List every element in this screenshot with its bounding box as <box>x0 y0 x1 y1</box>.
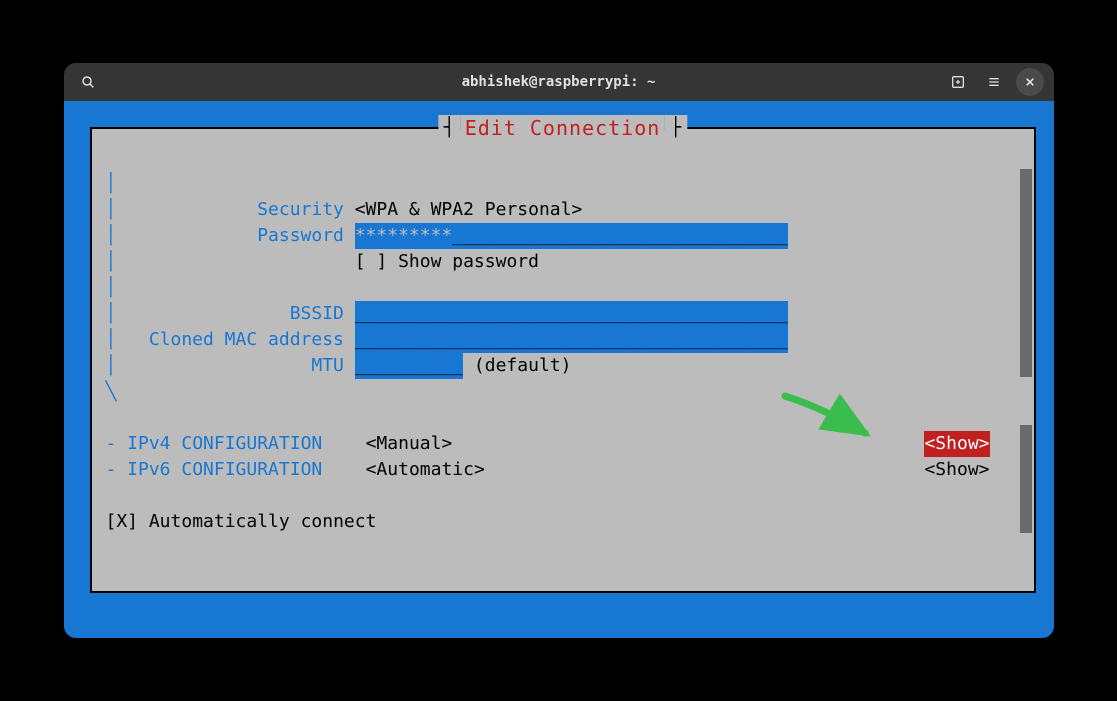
ipv4-show-button[interactable]: <Show> <box>924 431 989 457</box>
password-label: Password <box>116 223 344 249</box>
search-icon[interactable] <box>74 68 102 96</box>
mtu-label: MTU <box>116 353 344 379</box>
new-tab-icon[interactable] <box>944 68 972 96</box>
hamburger-menu-icon[interactable] <box>980 68 1008 96</box>
ipv6-heading: - IPv6 CONFIGURATION <box>106 457 323 483</box>
bssid-label: BSSID <box>116 301 344 327</box>
mtu-input[interactable]: __________ <box>355 353 463 379</box>
scrollbar-bottom[interactable] <box>1020 425 1032 533</box>
ipv4-mode-select[interactable]: <Manual> <box>366 431 453 457</box>
nmtui-dialog: ┤ Edit Connection ├ │ │Security<WPA & WP… <box>90 127 1036 593</box>
mtu-default-label: (default) <box>474 353 572 379</box>
bssid-input[interactable]: ________________________________________ <box>355 301 788 327</box>
window-title: abhishek@raspberrypi: ~ <box>64 74 1054 90</box>
ipv6-mode-select[interactable]: <Automatic> <box>366 457 485 483</box>
close-icon[interactable] <box>1016 68 1044 96</box>
dialog-content: │ │Security<WPA & WPA2 Personal> │Passwo… <box>92 129 1034 591</box>
terminal-body: ┤ Edit Connection ├ │ │Security<WPA & WP… <box>64 101 1054 638</box>
terminal-window: abhishek@raspberrypi: ~ ┤ Edit Connectio… <box>64 63 1054 638</box>
scrollbar-top[interactable] <box>1020 169 1032 377</box>
ipv6-show-button[interactable]: <Show> <box>924 457 989 483</box>
show-password-label: Show password <box>398 251 539 272</box>
cloned-mac-input[interactable]: ________________________________________ <box>355 327 788 353</box>
ipv4-heading: - IPv4 CONFIGURATION <box>106 431 323 457</box>
security-label: Security <box>116 197 344 223</box>
password-input[interactable]: *********_______________________________ <box>355 223 788 249</box>
titlebar: abhishek@raspberrypi: ~ <box>64 63 1054 101</box>
cloned-mac-label: Cloned MAC address <box>116 327 344 353</box>
auto-connect-checkbox[interactable]: [X] Automatically connect <box>106 509 377 535</box>
show-password-checkbox[interactable]: [ ] <box>355 251 388 272</box>
security-select[interactable]: <WPA & WPA2 Personal> <box>355 197 583 223</box>
